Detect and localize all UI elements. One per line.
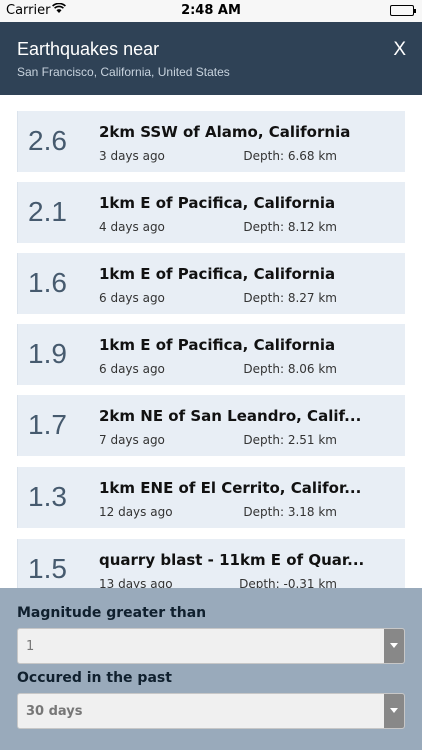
period-select[interactable]: 30 days [17, 693, 405, 729]
status-bar: Carrier 2:48 AM [0, 0, 422, 22]
location-subtitle: San Francisco, California, United States [17, 65, 230, 79]
place-name: 2km SSW of Alamo, California [99, 123, 351, 141]
magnitude: 1.5 [28, 553, 67, 584]
period-filter-label: Occured in the past [17, 670, 172, 686]
depth: Depth: 3.18 km [243, 505, 337, 519]
time-ago: 3 days ago [99, 149, 165, 163]
list-item[interactable]: 1.5 quarry blast - 11km E of Quar... 13 … [17, 539, 405, 588]
magnitude-filter-label: Magnitude greater than [17, 605, 207, 621]
earthquake-list[interactable]: 2.6 2km SSW of Alamo, California 3 days … [0, 95, 422, 588]
time-ago: 6 days ago [99, 291, 165, 305]
place-name: 1km E of Pacifica, California [99, 194, 336, 212]
magnitude: 1.7 [28, 409, 67, 440]
magnitude-select[interactable]: 1 [17, 628, 405, 664]
depth: Depth: -0.31 km [239, 577, 337, 588]
depth: Depth: 2.51 km [243, 433, 337, 447]
magnitude: 1.3 [28, 481, 67, 512]
chevron-down-icon [384, 694, 404, 728]
list-item[interactable]: 1.6 1km E of Pacifica, California 6 days… [17, 253, 405, 314]
chevron-down-icon [384, 629, 404, 663]
magnitude: 1.6 [28, 267, 67, 298]
magnitude: 2.1 [28, 196, 67, 227]
depth: Depth: 6.68 km [243, 149, 337, 163]
battery-icon [390, 5, 416, 16]
magnitude: 2.6 [28, 125, 67, 156]
time-ago: 6 days ago [99, 362, 165, 376]
place-name: 2km NE of San Leandro, Calif... [99, 407, 362, 425]
place-name: 1km E of Pacifica, California [99, 265, 336, 283]
period-select-value: 30 days [26, 704, 83, 719]
magnitude: 1.9 [28, 338, 67, 369]
list-item[interactable]: 1.9 1km E of Pacifica, California 6 days… [17, 324, 405, 385]
place-name: quarry blast - 11km E of Quar... [99, 551, 365, 569]
time-ago: 4 days ago [99, 220, 165, 234]
depth: Depth: 8.06 km [243, 362, 337, 376]
list-item[interactable]: 2.6 2km SSW of Alamo, California 3 days … [17, 111, 405, 172]
magnitude-select-value: 1 [26, 639, 35, 654]
time-ago: 13 days ago [99, 577, 173, 588]
time-ago: 12 days ago [99, 505, 173, 519]
header: Earthquakes near San Francisco, Californ… [0, 22, 422, 95]
time-ago: 7 days ago [99, 433, 165, 447]
place-name: 1km E of Pacifica, California [99, 336, 336, 354]
close-button[interactable]: X [393, 39, 406, 61]
depth: Depth: 8.12 km [243, 220, 337, 234]
place-name: 1km ENE of El Cerrito, Califor... [99, 479, 362, 497]
list-item[interactable]: 1.7 2km NE of San Leandro, Calif... 7 da… [17, 395, 405, 456]
status-time: 2:48 AM [181, 3, 241, 18]
filter-panel: Magnitude greater than 1 Occured in the … [0, 588, 422, 750]
list-item[interactable]: 2.1 1km E of Pacifica, California 4 days… [17, 182, 405, 243]
list-item[interactable]: 1.3 1km ENE of El Cerrito, Califor... 12… [17, 467, 405, 528]
depth: Depth: 8.27 km [243, 291, 337, 305]
page-title: Earthquakes near [17, 39, 160, 59]
